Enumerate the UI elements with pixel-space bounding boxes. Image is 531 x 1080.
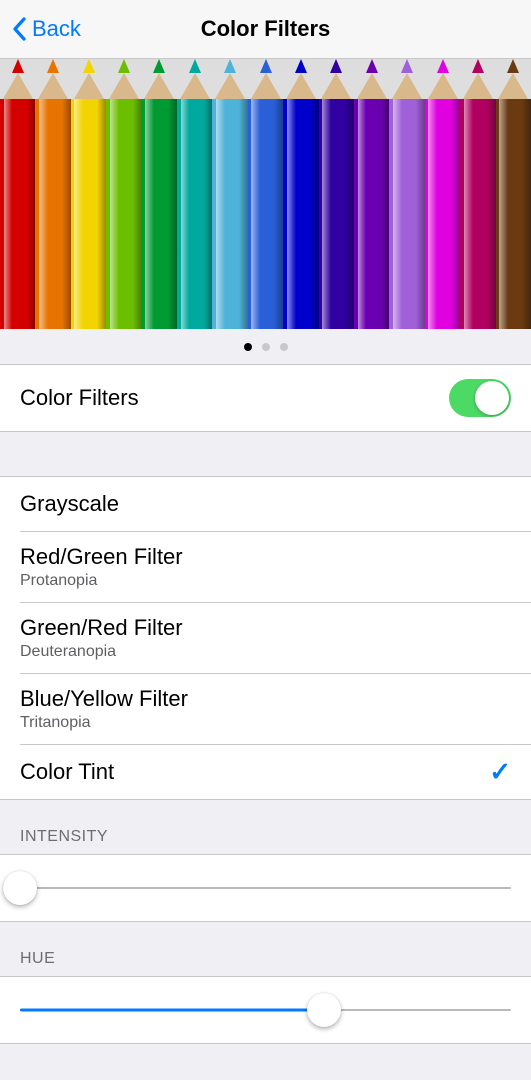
page-dot[interactable] (244, 343, 252, 351)
filter-options-group: Grayscale Red/Green Filter Protanopia Green… (0, 476, 531, 800)
pencil (35, 59, 70, 329)
filter-option[interactable]: Green/Red Filter Deuteranopia (0, 603, 531, 673)
hue-slider-row (0, 976, 531, 1044)
filter-title: Blue/Yellow Filter (20, 686, 188, 712)
pencil (177, 59, 212, 329)
slider-thumb[interactable] (3, 871, 37, 905)
pencil (319, 59, 354, 329)
filter-title: Green/Red Filter (20, 615, 183, 641)
pencil (460, 59, 495, 329)
hue-slider[interactable] (20, 995, 511, 1025)
navigation-bar: Back Color Filters (0, 0, 531, 59)
pencil (71, 59, 106, 329)
pencil (389, 59, 424, 329)
switch-knob (475, 381, 509, 415)
filter-subtitle: Tritanopia (20, 714, 91, 732)
pencil (142, 59, 177, 329)
color-filters-switch[interactable] (449, 379, 511, 417)
filter-option[interactable]: Grayscale (0, 477, 531, 531)
hue-header: HUE (0, 922, 531, 976)
color-filters-label: Color Filters (20, 385, 139, 411)
pencil (0, 59, 35, 329)
pencil (496, 59, 531, 329)
intensity-slider-row (0, 854, 531, 922)
filter-title: Red/Green Filter (20, 544, 183, 570)
pencil (248, 59, 283, 329)
chevron-left-icon (12, 17, 26, 41)
filter-subtitle: Deuteranopia (20, 643, 116, 661)
page-dot[interactable] (280, 343, 288, 351)
pencil (106, 59, 141, 329)
slider-thumb[interactable] (307, 993, 341, 1027)
page-title: Color Filters (201, 16, 331, 42)
color-filters-toggle-row: Color Filters (0, 365, 531, 431)
filter-option[interactable]: Blue/Yellow Filter Tritanopia (0, 674, 531, 744)
back-button[interactable]: Back (12, 0, 81, 58)
back-label: Back (32, 16, 81, 42)
filter-title: Color Tint (20, 759, 114, 785)
intensity-header: INTENSITY (0, 800, 531, 854)
intensity-slider[interactable] (20, 873, 511, 903)
filter-option[interactable]: Red/Green Filter Protanopia (0, 532, 531, 602)
pencil (425, 59, 460, 329)
color-preview-image[interactable] (0, 59, 531, 329)
checkmark-icon: ✓ (489, 757, 511, 788)
pencil (354, 59, 389, 329)
filter-option[interactable]: Color Tint ✓ (0, 745, 531, 799)
filter-title: Grayscale (20, 491, 119, 517)
page-dot[interactable] (262, 343, 270, 351)
filter-subtitle: Protanopia (20, 572, 97, 590)
page-indicator[interactable] (0, 329, 531, 364)
pencil (283, 59, 318, 329)
pencil (212, 59, 247, 329)
